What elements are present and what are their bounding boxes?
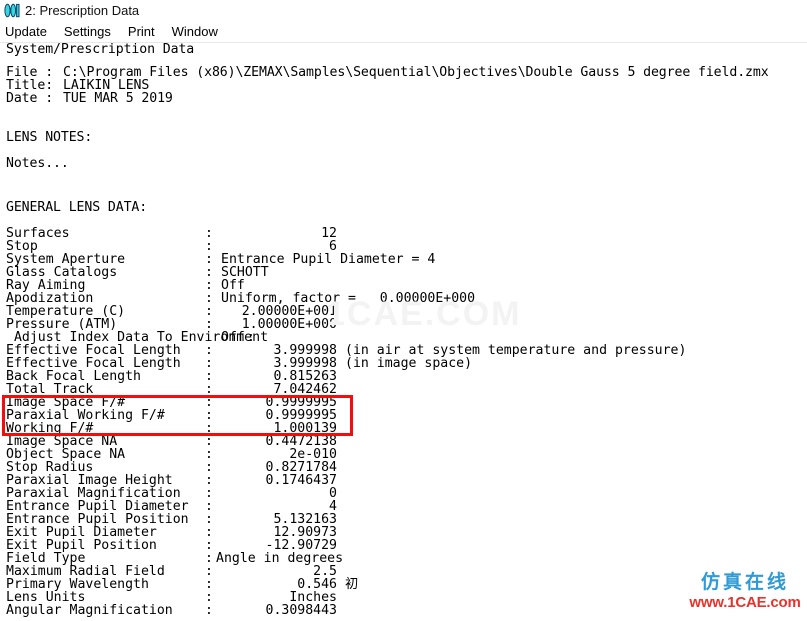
- lens-notes-body: Notes...: [6, 156, 69, 171]
- window-title: 2: Prescription Data: [25, 3, 140, 18]
- lens-icon: [4, 3, 20, 18]
- menu-item-window[interactable]: Window: [172, 24, 218, 40]
- menu-item-print[interactable]: Print: [128, 24, 155, 40]
- general-lens-data-heading: GENERAL LENS DATA:: [6, 200, 148, 215]
- lens-data-row: System Aperture: Entrance Pupil Diameter …: [6, 253, 796, 266]
- menu-item-update[interactable]: Update: [5, 24, 47, 40]
- lens-data-row: Object Space NA:2e-010: [6, 448, 796, 461]
- lens-data-row: Angular Magnification:0.3098443: [6, 604, 796, 617]
- lens-data-row: Working F/#:1.000139: [6, 422, 796, 435]
- lens-data-row: Primary Wavelength:0.546 初: [6, 578, 796, 591]
- lens-data-colon: :: [247, 330, 255, 345]
- lens-data-suffix: (in image space): [345, 356, 473, 371]
- lens-data-value: 12: [321, 226, 337, 241]
- lens-data-value: Off: [221, 330, 245, 345]
- lens-data-value: 0.3098443: [265, 603, 337, 618]
- menu-item-settings[interactable]: Settings: [64, 24, 111, 40]
- lens-data-row: Paraxial Working F/#:0.9999995: [6, 409, 796, 422]
- report-heading: System/Prescription Data: [6, 43, 195, 57]
- lens-notes-heading: LENS NOTES:: [6, 130, 93, 145]
- lens-data-row: Exit Pupil Position: -12.90729: [6, 539, 796, 552]
- date-value: TUE MAR 5 2019: [63, 91, 173, 106]
- window-titlebar: 2: Prescription Data: [0, 0, 807, 21]
- lens-data-row: Temperature (C):2.00000E+001: [6, 305, 796, 318]
- file-value: C:\Program Files (x86)\ZEMAX\Samples\Seq…: [63, 65, 769, 80]
- menubar: Update Settings Print Window: [0, 21, 807, 42]
- prescription-report[interactable]: System/Prescription Data File : C:\Progr…: [0, 43, 807, 621]
- lens-data-row: Surfaces:12: [6, 227, 796, 240]
- date-label: Date :: [6, 91, 54, 106]
- lens-data-suffix: 初: [345, 577, 359, 592]
- lens-data-row: Back Focal Length:0.815263: [6, 370, 796, 383]
- lens-data-row: Glass Catalogs: SCHOTT: [6, 266, 796, 279]
